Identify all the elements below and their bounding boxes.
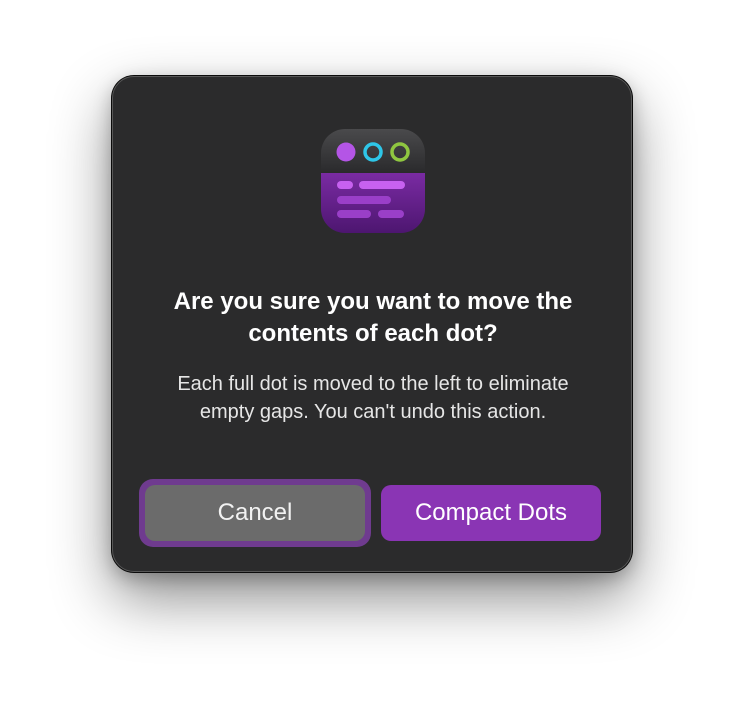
app-icon	[321, 129, 425, 233]
screen: Are you sure you want to move the conten…	[0, 0, 744, 720]
dialog-title: Are you sure you want to move the conten…	[173, 288, 573, 347]
compact-dots-button[interactable]: Compact Dots	[381, 485, 601, 541]
cancel-button[interactable]: Cancel	[145, 485, 365, 541]
filled-dot-icon	[336, 142, 356, 162]
compact-dots-app-icon	[321, 129, 425, 233]
alert-dialog: Are you sure you want to move the conten…	[112, 76, 632, 572]
dialog-message: Each full dot is moved to the left to el…	[177, 373, 569, 423]
